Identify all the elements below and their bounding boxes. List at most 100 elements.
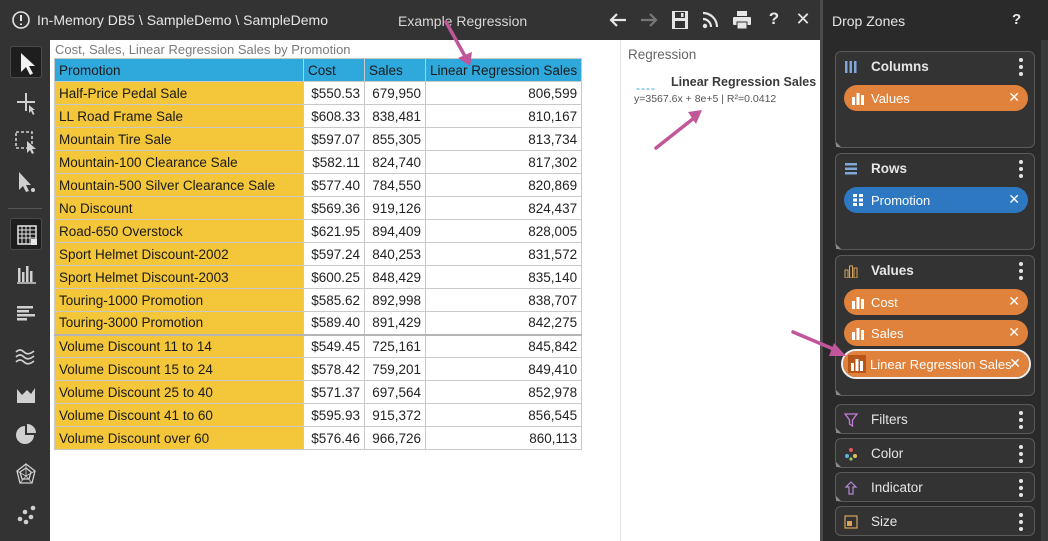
cell-sales[interactable]: 824,740 xyxy=(364,150,426,174)
cell-promotion[interactable]: Half-Price Pedal Sale xyxy=(54,81,304,105)
cell-sales[interactable]: 894,409 xyxy=(364,219,426,243)
cell-sales[interactable]: 915,372 xyxy=(364,403,426,427)
cell-linear-regression-sales[interactable]: 842,275 xyxy=(424,311,583,335)
zone-color[interactable]: Color xyxy=(835,438,1035,468)
cell-linear-regression-sales[interactable]: 806,599 xyxy=(424,81,583,105)
rss-icon[interactable] xyxy=(700,10,722,30)
marquee-select-icon[interactable] xyxy=(10,126,42,158)
cell-promotion[interactable]: Mountain-100 Clearance Sale xyxy=(54,150,304,174)
kebab-menu-icon[interactable] xyxy=(1018,58,1024,78)
cell-promotion[interactable]: Volume Discount 15 to 24 xyxy=(54,357,304,381)
cell-cost[interactable]: $597.24 xyxy=(303,242,365,266)
cell-cost[interactable]: $600.25 xyxy=(303,265,365,289)
zone-size[interactable]: Size xyxy=(835,506,1035,536)
cell-promotion[interactable]: Volume Discount over 60 xyxy=(54,426,304,450)
cell-promotion[interactable]: Touring-3000 Promotion xyxy=(54,311,304,335)
print-icon[interactable] xyxy=(731,10,753,30)
forward-icon[interactable] xyxy=(638,10,660,30)
move-icon[interactable] xyxy=(10,86,42,118)
cell-promotion[interactable]: Sport Helmet Discount-2002 xyxy=(54,242,304,266)
cell-cost[interactable]: $569.36 xyxy=(303,196,365,220)
zone-values[interactable]: Values Cost ✕ Sales ✕ Linear Regression … xyxy=(835,255,1035,396)
cell-cost[interactable]: $595.93 xyxy=(303,403,365,427)
cell-cost[interactable]: $585.62 xyxy=(303,288,365,312)
close-icon[interactable]: ✕ xyxy=(792,9,814,29)
cell-sales[interactable]: 891,429 xyxy=(364,311,426,335)
cell-promotion[interactable]: Volume Discount 41 to 60 xyxy=(54,403,304,427)
zone-filters[interactable]: Filters xyxy=(835,404,1035,434)
pill-promotion[interactable]: Promotion ✕ xyxy=(844,187,1028,213)
column-header-sales[interactable]: Sales xyxy=(364,58,426,82)
kebab-menu-icon[interactable] xyxy=(1018,513,1024,533)
kebab-menu-icon[interactable] xyxy=(1018,411,1024,431)
zone-indicator[interactable]: Indicator xyxy=(835,472,1035,502)
cell-promotion[interactable]: Road-650 Overstock xyxy=(54,219,304,243)
cell-cost[interactable]: $576.46 xyxy=(303,426,365,450)
cell-promotion[interactable]: Touring-1000 Promotion xyxy=(54,288,304,312)
cell-sales[interactable]: 966,726 xyxy=(364,426,426,450)
back-icon[interactable] xyxy=(607,10,629,30)
cell-linear-regression-sales[interactable]: 828,005 xyxy=(424,219,583,243)
cell-cost[interactable]: $589.40 xyxy=(303,311,365,335)
cell-sales[interactable]: 919,126 xyxy=(364,196,426,220)
cell-promotion[interactable]: Sport Helmet Discount-2003 xyxy=(54,265,304,289)
zone-columns[interactable]: Columns Values ✕ xyxy=(835,51,1035,148)
kebab-menu-icon[interactable] xyxy=(1018,445,1024,465)
cell-sales[interactable]: 679,950 xyxy=(364,81,426,105)
kebab-menu-icon[interactable] xyxy=(1018,160,1024,180)
cell-linear-regression-sales[interactable]: 849,410 xyxy=(424,357,583,381)
cell-cost[interactable]: $571.37 xyxy=(303,380,365,404)
cell-linear-regression-sales[interactable]: 813,734 xyxy=(424,127,583,151)
cell-linear-regression-sales[interactable]: 824,437 xyxy=(424,196,583,220)
line-chart-icon[interactable] xyxy=(10,338,42,370)
cell-sales[interactable]: 697,564 xyxy=(364,380,426,404)
save-icon[interactable] xyxy=(669,10,691,30)
bar-chart-icon[interactable] xyxy=(10,298,42,330)
remove-icon[interactable]: ✕ xyxy=(1008,191,1020,208)
table-icon[interactable] xyxy=(10,218,42,250)
drill-icon[interactable] xyxy=(10,166,42,198)
cell-cost[interactable]: $578.42 xyxy=(303,357,365,381)
remove-icon[interactable]: ✕ xyxy=(1008,324,1020,341)
cell-cost[interactable]: $608.33 xyxy=(303,104,365,128)
cell-promotion[interactable]: Volume Discount 11 to 14 xyxy=(54,333,304,358)
cell-linear-regression-sales[interactable]: 845,842 xyxy=(424,333,583,358)
cell-promotion[interactable]: Mountain-500 Silver Clearance Sale xyxy=(54,173,304,197)
cell-cost[interactable]: $550.53 xyxy=(303,81,365,105)
remove-icon[interactable]: ✕ xyxy=(1008,293,1020,310)
column-chart-icon[interactable] xyxy=(10,258,42,290)
cell-promotion[interactable]: No Discount xyxy=(54,196,304,220)
cell-cost[interactable]: $549.45 xyxy=(303,333,365,358)
remove-icon[interactable]: ✕ xyxy=(1009,355,1021,372)
cell-cost[interactable]: $597.07 xyxy=(303,127,365,151)
column-header-linear-regression-sales[interactable]: Linear Regression Sales xyxy=(424,58,583,82)
cell-cost[interactable]: $577.40 xyxy=(303,173,365,197)
cell-linear-regression-sales[interactable]: 817,302 xyxy=(424,150,583,174)
area-chart-icon[interactable] xyxy=(10,378,42,410)
select-icon[interactable] xyxy=(10,46,42,78)
column-header-cost[interactable]: Cost xyxy=(303,58,365,82)
radar-chart-icon[interactable] xyxy=(10,458,42,490)
remove-icon[interactable]: ✕ xyxy=(1008,89,1020,106)
cell-sales[interactable]: 784,550 xyxy=(364,173,426,197)
cell-sales[interactable]: 848,429 xyxy=(364,265,426,289)
cell-promotion[interactable]: Mountain Tire Sale xyxy=(54,127,304,151)
cell-sales[interactable]: 759,201 xyxy=(364,357,426,381)
zone-rows[interactable]: Rows Promotion ✕ xyxy=(835,153,1035,250)
pill-values[interactable]: Values ✕ xyxy=(844,85,1028,111)
pill-cost[interactable]: Cost ✕ xyxy=(844,289,1028,315)
column-header-promotion[interactable]: Promotion xyxy=(54,58,304,82)
cell-sales[interactable]: 840,253 xyxy=(364,242,426,266)
cell-linear-regression-sales[interactable]: 820,869 xyxy=(424,173,583,197)
cell-sales[interactable]: 838,481 xyxy=(364,104,426,128)
help-icon[interactable]: ? xyxy=(763,9,785,29)
cell-linear-regression-sales[interactable]: 838,707 xyxy=(424,288,583,312)
scrollbar[interactable] xyxy=(1041,40,1048,541)
kebab-menu-icon[interactable] xyxy=(1018,262,1024,282)
cell-sales[interactable]: 892,998 xyxy=(364,288,426,312)
cell-promotion[interactable]: LL Road Frame Sale xyxy=(54,104,304,128)
cell-linear-regression-sales[interactable]: 810,167 xyxy=(424,104,583,128)
cell-sales[interactable]: 855,305 xyxy=(364,127,426,151)
cell-cost[interactable]: $582.11 xyxy=(303,150,365,174)
cell-cost[interactable]: $621.95 xyxy=(303,219,365,243)
